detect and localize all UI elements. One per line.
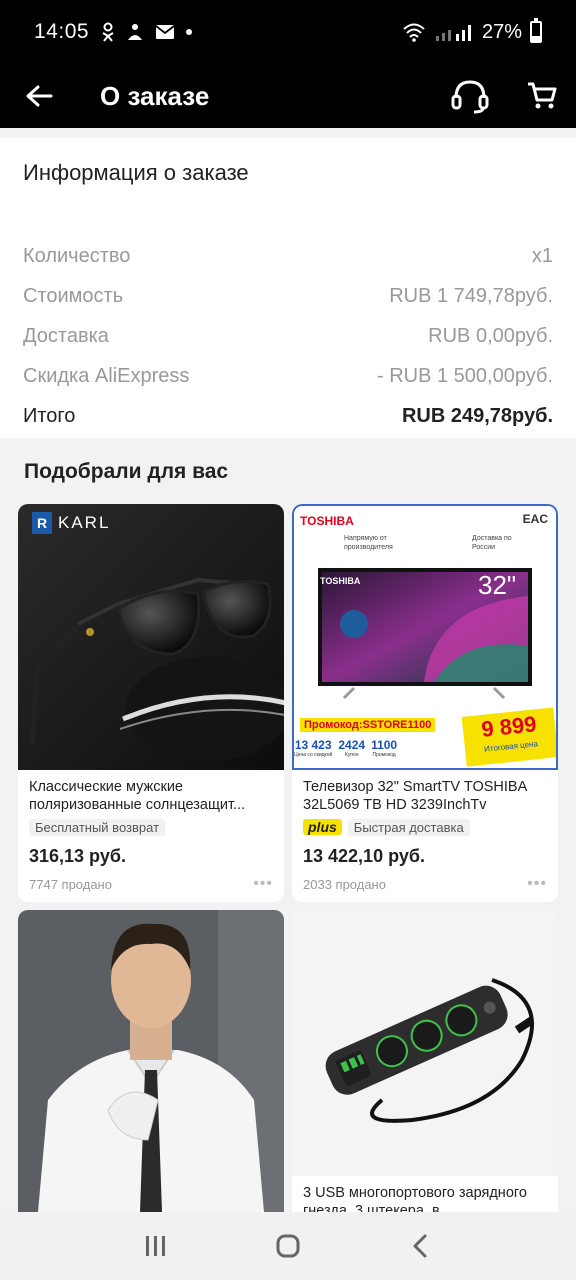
recents-button[interactable]	[126, 1221, 186, 1271]
calc-price: 13 423	[294, 738, 332, 752]
signal-icon	[435, 25, 471, 41]
page-title: О заказе	[100, 80, 210, 111]
row-value: RUB 1 749,78руб.	[389, 284, 553, 307]
status-time: 14:05	[34, 20, 90, 43]
sold-count: 2033 продано	[303, 876, 386, 892]
total-label: Итого	[23, 404, 76, 427]
product-card-tv[interactable]: TOSHIBA EAC Напрямую от производителя До…	[292, 504, 558, 902]
shirt-image	[18, 910, 284, 1212]
order-row-delivery: Доставка RUB 0,00руб.	[23, 316, 553, 356]
calc-coupon: 2424	[338, 738, 366, 752]
support-button[interactable]	[448, 74, 492, 118]
product-card-sunglasses[interactable]: R KARL Классические мужские поляризованн…	[18, 504, 284, 902]
brand-logo: R KARL	[32, 512, 110, 534]
home-icon	[276, 1234, 300, 1258]
calc-price-caption: Цена со скидкой	[294, 752, 333, 758]
headset-icon	[451, 80, 489, 114]
product-price: 316,13 руб.	[29, 846, 126, 866]
product-card-power-strip[interactable]: 3 USB многопортового зарядного гнезда, 3…	[292, 910, 558, 1212]
back-arrow-icon	[26, 85, 53, 107]
recommendations-heading: Подобрали для вас	[24, 460, 229, 483]
cart-button[interactable]	[520, 74, 564, 118]
product-image-shirt[interactable]	[18, 910, 284, 1212]
promocode-label: Промокод:SSTORE1100	[300, 718, 436, 732]
cart-icon	[528, 82, 557, 109]
product-image-tv[interactable]: TOSHIBA EAC Напрямую от производителя До…	[292, 504, 558, 770]
eac-mark: EAC	[522, 512, 548, 526]
calc-promo-caption: Промокод	[372, 752, 396, 758]
back-icon	[413, 1234, 427, 1258]
nav-back-button[interactable]	[390, 1221, 450, 1271]
home-button[interactable]	[258, 1221, 318, 1271]
row-label: Количество	[23, 244, 131, 267]
notification-icons	[101, 22, 193, 42]
product-image-power-strip[interactable]	[292, 910, 558, 1176]
more-options-icon[interactable]: •••	[253, 875, 273, 893]
product-card-shirt[interactable]	[18, 910, 284, 1212]
order-info-rows: Количество x1 Стоимость RUB 1 749,78руб.…	[23, 236, 553, 436]
battery-percent: 27%	[481, 20, 522, 43]
row-label: Доставка	[23, 324, 109, 347]
dot-icon	[186, 29, 193, 35]
status-bar: 14:05 27%	[0, 0, 576, 64]
battery-icon	[530, 18, 542, 43]
recents-icon	[146, 1236, 165, 1256]
more-options-icon[interactable]: •••	[527, 875, 547, 893]
feature-delivery: Доставка по России	[472, 535, 512, 551]
back-button[interactable]	[0, 64, 78, 128]
free-return-badge: Бесплатный возврат	[29, 818, 166, 836]
product-title: Телевизор 32" SmartTV TOSHIBA 32L5069 TB…	[303, 779, 527, 813]
price-calculation: 13 423 Цена со скидкой 2424 Купон 1100 Пром…	[294, 738, 397, 758]
mail-icon	[155, 25, 175, 39]
final-price-sticker: 9 899 Итоговая цена	[461, 707, 556, 767]
brand-name: KARL	[58, 513, 111, 532]
product-title: 3 USB многопортового зарядного гнезда, 3…	[303, 1185, 527, 1212]
product-image-sunglasses[interactable]: R KARL	[18, 504, 284, 770]
order-info-heading: Информация о заказе	[23, 160, 249, 185]
row-label: Скидка AliExpress	[23, 364, 190, 387]
app-notification-icon	[128, 24, 143, 40]
brand-logo-mark: R	[32, 512, 52, 534]
order-info-card: Информация о заказе Количество x1 Стоимо…	[0, 138, 576, 438]
toshiba-logo: TOSHIBA	[300, 514, 354, 528]
odnoklassniki-icon	[102, 22, 114, 42]
sold-count: 7747 продано	[29, 876, 112, 892]
power-strip-image	[292, 910, 558, 1176]
fast-delivery-badge: Быстрая доставка	[347, 818, 470, 836]
plus-badge: plus	[303, 819, 342, 835]
order-row-total: Итого RUB 249,78руб.	[23, 396, 553, 436]
calc-promo: 1100	[371, 738, 398, 752]
row-value: x1	[531, 244, 553, 267]
order-row-cost: Стоимость RUB 1 749,78руб.	[23, 276, 553, 316]
calc-coupon-caption: Купон	[344, 752, 359, 758]
system-nav-bar	[0, 1212, 576, 1280]
product-title: Классические мужские поляризованные солн…	[29, 779, 246, 813]
app-bar: О заказе	[0, 64, 576, 128]
wifi-icon	[403, 23, 425, 42]
order-row-quantity: Количество x1	[23, 236, 553, 276]
feature-direct: Напрямую от производителя	[344, 535, 393, 551]
tv-screen-brand: TOSHIBA	[320, 576, 361, 586]
row-value: RUB 0,00руб.	[428, 324, 553, 347]
tv-size: 32"	[478, 570, 517, 600]
sunglasses-image	[18, 504, 284, 770]
product-price: 13 422,10 руб.	[303, 846, 425, 866]
row-value: - RUB 1 500,00руб.	[377, 364, 553, 387]
order-row-discount: Скидка AliExpress - RUB 1 500,00руб.	[23, 356, 553, 396]
total-value: RUB 249,78руб.	[401, 404, 553, 427]
row-label: Стоимость	[23, 284, 124, 307]
